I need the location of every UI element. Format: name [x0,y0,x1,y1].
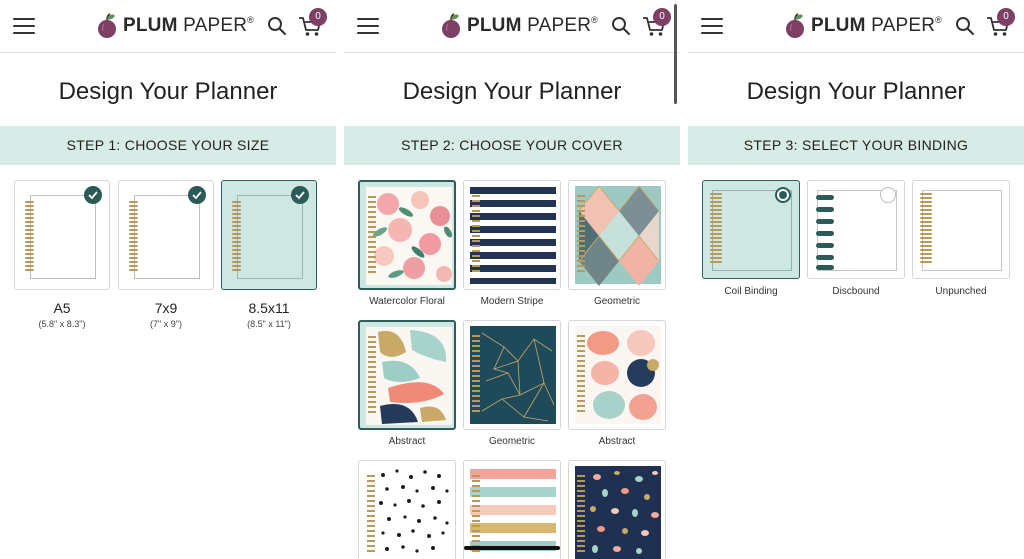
hamburger-menu-icon[interactable] [357,18,379,35]
plum-paper-logo[interactable]: PLUM PAPER® [440,13,598,39]
coil-binding-icon [920,193,932,265]
plum-logo-icon [442,13,460,38]
cover-option-watercolor-stripe[interactable] [463,460,561,559]
home-indicator [464,546,560,550]
cover-option-terrazzo[interactable] [568,460,666,559]
cover-label: Geometric [593,296,641,307]
planner-page-icon [134,195,200,279]
binding-label: Discbound [832,286,880,297]
disc-binding-icon [816,195,834,270]
check-icon [84,186,102,204]
logo-text: PLUM PAPER® [467,15,598,36]
coil-binding-icon [129,201,138,273]
logo-text: PLUM PAPER® [123,15,254,36]
search-icon[interactable] [267,16,287,36]
size-option-a5[interactable] [14,180,110,290]
search-icon[interactable] [955,16,975,36]
page-title: Design Your Planner [746,78,966,105]
page-title: Design Your Planner [402,78,622,105]
check-icon [188,186,206,204]
size-option-8-5x11[interactable] [221,180,317,290]
cover-option-modern-stripe[interactable] [463,180,561,290]
binding-label: Unpunched [935,286,987,297]
panel-step-cover: PLUM PAPER® 0 Design Your Planner STEP 2… [344,0,680,559]
logo-text: PLUM PAPER® [811,15,942,36]
cover-label: Watercolor Floral [369,296,445,307]
cart-count-badge: 0 [997,8,1015,26]
panel-step-binding: PLUM PAPER® 0 Design Your Planner STEP 3… [688,0,1024,559]
cover-label: Geometric [488,436,536,447]
planner-page-icon [922,190,1002,271]
plum-paper-logo[interactable]: PLUM PAPER® [96,13,254,39]
binding-label: Coil Binding [724,286,778,297]
binding-option-unpunched[interactable] [912,180,1010,279]
scrollbar[interactable] [674,4,677,104]
cover-option-abstract-brush[interactable] [358,320,456,430]
hamburger-menu-icon[interactable] [701,18,723,35]
binding-option-coil[interactable] [702,180,800,279]
cart-count-badge: 0 [653,8,671,26]
size-label: 7x9 [154,300,178,316]
coil-binding-icon [25,201,34,273]
coil-binding-icon [232,201,241,273]
cover-option-watercolor-floral[interactable] [358,180,456,290]
size-dimensions: (7" x 9") [150,319,182,329]
header: PLUM PAPER® 0 [344,0,680,53]
plum-logo-icon [98,13,116,38]
hamburger-menu-icon[interactable] [13,18,35,35]
cover-label: Modern Stripe [480,296,544,307]
size-label: 8.5x11 [248,300,290,316]
size-dimensions: (5.8" x 8.3") [38,319,86,329]
coil-binding-icon [710,193,722,265]
check-icon [291,186,309,204]
planner-page-icon [30,195,96,279]
header: PLUM PAPER® 0 [0,0,336,53]
binding-option-discbound[interactable] [807,180,905,279]
step-2-header: STEP 2: CHOOSE YOUR COVER [344,126,680,165]
cart-count-badge: 0 [309,8,327,26]
cover-option-dots[interactable] [358,460,456,559]
step-3-header: STEP 3: SELECT YOUR BINDING [688,126,1024,165]
planner-page-icon [237,195,303,279]
plum-logo-icon [786,13,804,38]
search-icon[interactable] [611,16,631,36]
size-dimensions: (8.5" x 11") [247,319,291,329]
plum-paper-logo[interactable]: PLUM PAPER® [784,13,942,39]
cover-option-geometric-navy[interactable] [463,320,561,430]
panel-step-size: PLUM PAPER® 0 Design Your Planner STEP 1… [0,0,336,559]
radio-unselected-icon [880,187,896,203]
header: PLUM PAPER® 0 [688,0,1024,53]
size-option-7x9[interactable] [118,180,214,290]
cover-label: Abstract [388,436,426,447]
radio-selected-icon [775,187,791,203]
size-label: A5 [53,300,71,316]
cover-option-abstract-blob[interactable] [568,320,666,430]
page-title: Design Your Planner [58,78,278,105]
step-1-header: STEP 1: CHOOSE YOUR SIZE [0,126,336,165]
cover-label: Abstract [598,436,636,447]
cover-option-geometric-diamond[interactable] [568,180,666,290]
